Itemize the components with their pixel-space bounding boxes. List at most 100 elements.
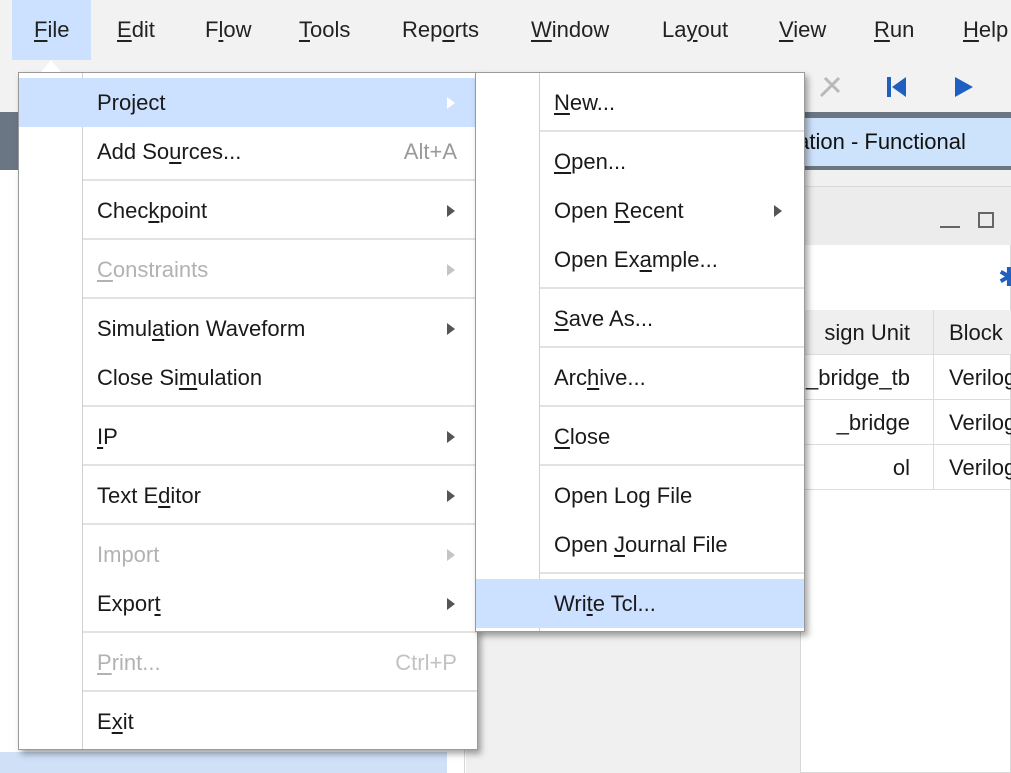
menu-item-label: Open... xyxy=(554,149,627,174)
menu-edit[interactable]: Edit xyxy=(95,0,177,60)
menu-item-constraints[interactable]: Constraints xyxy=(19,245,477,294)
menu-run[interactable]: Run xyxy=(852,0,936,60)
menu-separator xyxy=(83,405,477,407)
menu-item-label: Close xyxy=(554,424,611,449)
menu-separator xyxy=(83,464,477,466)
menu-item-label: Write Tcl... xyxy=(554,591,656,616)
menu-file[interactable]: File xyxy=(12,0,92,60)
menu-item-label: Add Sources... xyxy=(97,139,242,164)
project-submenu: New... Open... Open Recent Open Example.… xyxy=(475,72,805,632)
submenu-arrow-icon xyxy=(447,431,455,443)
table-cell-unit: ol xyxy=(801,445,934,490)
menu-item-close-simulation[interactable]: Close Simulation xyxy=(19,353,477,402)
menu-item-label: Open Recent xyxy=(554,198,684,223)
submenu-arrow-icon xyxy=(447,205,455,217)
menu-item-new-project[interactable]: New... xyxy=(476,78,804,127)
menu-separator xyxy=(540,287,804,289)
menu-item-label: Text Editor xyxy=(97,483,201,508)
table-cell-block: Verilog xyxy=(949,410,1011,435)
menu-bar: File Edit Flow Tools Reports Window Layo… xyxy=(0,0,1011,62)
column-header-design-unit[interactable]: sign Unit xyxy=(801,310,934,355)
submenu-arrow-icon xyxy=(774,205,782,217)
menu-item-label: Open Example... xyxy=(554,247,718,272)
menu-item-label: Checkpoint xyxy=(97,198,208,223)
shortcut-label: Alt+A xyxy=(403,139,457,164)
menu-separator xyxy=(540,346,804,348)
menu-view[interactable]: View xyxy=(757,0,848,60)
menu-item-label: New... xyxy=(554,90,616,115)
table-cell-unit: _bridge_tb xyxy=(801,355,934,400)
menu-item-project[interactable]: Project xyxy=(19,78,477,127)
menu-item-label: Close Simulation xyxy=(97,365,263,390)
submenu-arrow-icon xyxy=(447,598,455,610)
menu-item-open-project[interactable]: Open... xyxy=(476,137,804,186)
simulation-banner: ulation - Functional xyxy=(780,118,1011,166)
menu-separator xyxy=(540,572,804,574)
table-row[interactable]: _bridge Verilog xyxy=(801,400,1011,445)
menu-item-exit[interactable]: Exit xyxy=(19,697,477,746)
file-menu: Project Add Sources... Alt+A Checkpoint … xyxy=(18,72,478,750)
menu-item-simulation-waveform[interactable]: Simulation Waveform xyxy=(19,304,477,353)
table-cell-unit: _bridge xyxy=(801,400,934,445)
menu-layout[interactable]: Layout xyxy=(640,0,750,60)
menu-item-import[interactable]: Import xyxy=(19,530,477,579)
table-row[interactable]: ol Verilog xyxy=(801,445,1011,490)
menu-item-label: Save As... xyxy=(554,306,654,331)
menu-item-label: Exit xyxy=(97,709,134,734)
gear-icon[interactable]: ✱ xyxy=(998,262,1011,293)
menu-item-ip[interactable]: IP xyxy=(19,412,477,461)
menu-separator xyxy=(83,297,477,299)
menu-separator xyxy=(83,631,477,633)
menu-separator xyxy=(540,464,804,466)
submenu-arrow-icon xyxy=(447,323,455,335)
table-cell-block: Verilog xyxy=(949,365,1011,390)
menu-item-label: Constraints xyxy=(97,257,209,282)
menu-item-open-journal-file[interactable]: Open Journal File xyxy=(476,520,804,569)
column-header-block[interactable]: Block xyxy=(949,310,1011,355)
table-row[interactable]: _bridge_tb Verilog xyxy=(801,355,1011,400)
menu-item-open-log-file[interactable]: Open Log File xyxy=(476,471,804,520)
menu-pointer-caret xyxy=(41,60,61,72)
menu-item-open-example[interactable]: Open Example... xyxy=(476,235,804,284)
menu-item-label: Import xyxy=(97,542,160,567)
menu-reports[interactable]: Reports xyxy=(380,0,501,60)
menu-item-open-recent[interactable]: Open Recent xyxy=(476,186,804,235)
menu-item-label: Simulation Waveform xyxy=(97,316,306,341)
menu-item-export[interactable]: Export xyxy=(19,579,477,628)
menu-separator xyxy=(83,238,477,240)
menu-item-archive[interactable]: Archive... xyxy=(476,353,804,402)
menu-window[interactable]: Window xyxy=(509,0,631,60)
menu-item-label: Project xyxy=(97,90,166,115)
table-header-row: sign Unit Block xyxy=(801,310,1011,355)
submenu-arrow-icon xyxy=(447,490,455,502)
run-all-icon[interactable] xyxy=(948,72,978,102)
menu-item-label: Open Log File xyxy=(554,483,693,508)
menu-item-label: Archive... xyxy=(554,365,646,390)
menu-separator xyxy=(83,523,477,525)
menu-item-checkpoint[interactable]: Checkpoint xyxy=(19,186,477,235)
restart-icon[interactable] xyxy=(882,72,912,102)
menu-item-print[interactable]: Print... Ctrl+P xyxy=(19,638,477,687)
submenu-arrow-icon xyxy=(447,264,455,276)
menu-help[interactable]: Help xyxy=(941,0,1011,60)
submenu-arrow-icon xyxy=(447,97,455,109)
menu-item-text-editor[interactable]: Text Editor xyxy=(19,471,477,520)
minimize-icon[interactable] xyxy=(940,226,960,228)
menu-separator xyxy=(540,130,804,132)
menu-separator xyxy=(83,690,477,692)
menu-item-write-tcl[interactable]: Write Tcl... xyxy=(476,579,804,628)
menu-item-save-as[interactable]: Save As... xyxy=(476,294,804,343)
menu-item-label: Open Journal File xyxy=(554,532,728,557)
menu-item-label: Print... xyxy=(97,650,161,675)
maximize-icon[interactable] xyxy=(978,212,994,228)
menu-tools[interactable]: Tools xyxy=(277,0,372,60)
shortcut-label: Ctrl+P xyxy=(395,650,457,675)
menu-flow[interactable]: Flow xyxy=(183,0,273,60)
flow-navigator-selected-row[interactable] xyxy=(0,752,447,773)
menu-item-add-sources[interactable]: Add Sources... Alt+A xyxy=(19,127,477,176)
menu-item-label: IP xyxy=(97,424,118,449)
menu-item-label: Export xyxy=(97,591,161,616)
menu-item-close-project[interactable]: Close xyxy=(476,412,804,461)
menu-separator xyxy=(540,405,804,407)
break-disabled-icon[interactable] xyxy=(815,72,845,102)
